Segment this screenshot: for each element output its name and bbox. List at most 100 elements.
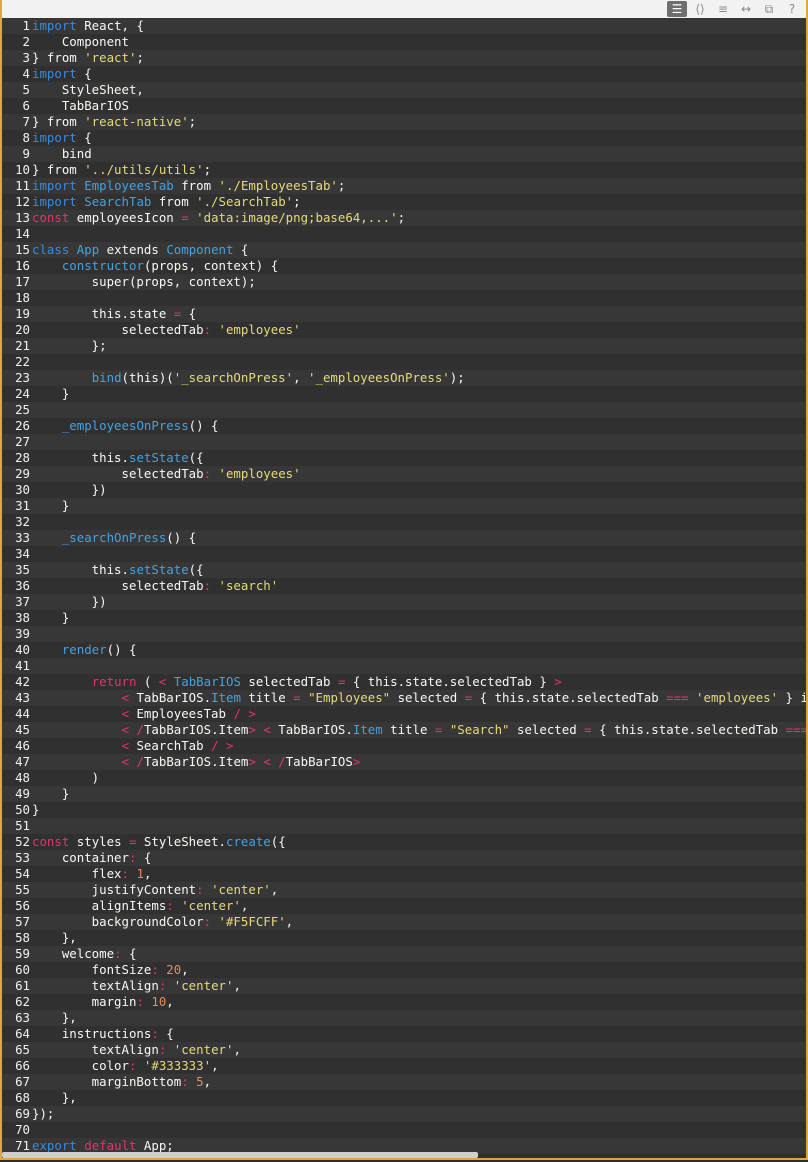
line-text: import { (32, 66, 92, 82)
code-token: margin (32, 994, 137, 1009)
code-line: 41 (2, 658, 806, 674)
line-text: this.setState({ (32, 450, 204, 466)
code-token: justifyContent (32, 882, 197, 897)
code-area[interactable]: 1 import React, {2 Component 3} from 'reac… (2, 18, 806, 1158)
line-text: }) (32, 594, 107, 610)
code-line: 64 instructions: { (2, 1026, 806, 1042)
code-token: employeesIcon (69, 210, 182, 225)
horizontal-scrollbar[interactable] (2, 1152, 478, 1158)
line-number: 29 (15, 466, 30, 481)
code-icon[interactable]: ⟨⟩ (690, 1, 710, 17)
line-text: Component (32, 34, 129, 50)
code-token: _searchOnPress (61, 530, 167, 545)
code-line: 63 }, (2, 1010, 806, 1026)
code-token: this. (32, 562, 129, 577)
code-line: 18 (2, 290, 806, 306)
line-text: container: { (32, 850, 152, 866)
line-number: 8 (22, 130, 30, 145)
line-number: 5 (22, 82, 30, 97)
code-token: React, { (76, 18, 144, 33)
code-line: 31 } (2, 498, 806, 514)
code-line: 6 TabBarIOS (2, 98, 806, 114)
code-token: import (32, 66, 77, 81)
code-line: 56 alignItems: 'center', (2, 898, 806, 914)
code-token: bind (91, 370, 122, 385)
code-line: 65 textAlign: 'center', (2, 1042, 806, 1058)
code-token: default (84, 1138, 137, 1153)
code-line: 45 < /TabBarIOS.Item> < TabBarIOS.Item t… (2, 722, 806, 738)
code-token: return (91, 674, 137, 689)
expand-icon[interactable]: ↔ (736, 1, 756, 17)
code-token: > (352, 754, 361, 769)
line-text: alignItems: 'center', (32, 898, 249, 914)
line-number: 56 (15, 898, 30, 913)
view-source-icon[interactable]: ☰ (667, 1, 687, 17)
code-token: { (233, 242, 249, 257)
line-text: instructions: { (32, 1026, 174, 1042)
code-line: 22 (2, 354, 806, 370)
code-token: , (181, 962, 189, 977)
line-number: 4 (22, 66, 30, 81)
code-line: 67 marginBottom: 5, (2, 1074, 806, 1090)
code-token: === (666, 690, 689, 705)
line-text: constructor(props, context) { (32, 258, 278, 274)
code-line: 5 StyleSheet, (2, 82, 806, 98)
code-token: from (151, 194, 197, 209)
code-line: 66 color: '#333333', (2, 1058, 806, 1074)
code-line: 19 this.state = { (2, 306, 806, 322)
code-token: < (121, 738, 129, 753)
code-token: '../utils/utils' (84, 162, 204, 177)
code-token: Item (352, 722, 383, 737)
line-text: import SearchTab from './SearchTab'; (32, 194, 301, 210)
line-number: 1 (22, 18, 30, 33)
code-line: 9 bind (2, 146, 806, 162)
code-line: 17 super(props, context); (2, 274, 806, 290)
help-icon[interactable]: ? (782, 1, 802, 17)
line-number: 58 (15, 930, 30, 945)
wrap-icon[interactable]: ≡ (713, 1, 733, 17)
code-line: 14 (2, 226, 806, 242)
code-line: 3} from 'react'; (2, 50, 806, 66)
line-number: 39 (15, 626, 30, 641)
code-token: : (181, 1074, 189, 1089)
line-number: 30 (15, 482, 30, 497)
code-line: 48 ) (2, 770, 806, 786)
code-line: 47 < /TabBarIOS.Item> < /TabBarIOS> (2, 754, 806, 770)
code-token: StyleSheet. (136, 834, 226, 849)
line-number: 16 (15, 258, 30, 273)
code-token: '_searchOnPress' (173, 370, 294, 385)
code-line: 54 flex: 1, (2, 866, 806, 882)
line-text: < EmployeesTab / > (32, 706, 256, 722)
line-text: }) (32, 482, 107, 498)
line-text: } (32, 610, 69, 626)
line-number: 18 (15, 290, 30, 305)
line-text: return ( < TabBarIOS selectedTab = { thi… (32, 674, 562, 690)
code-token: } from (32, 50, 85, 65)
code-token: textAlign (32, 978, 159, 993)
code-token: 1 (136, 866, 144, 881)
line-number: 48 (15, 770, 30, 785)
code-token: { (136, 850, 152, 865)
line-number: 14 (15, 226, 30, 241)
code-token: ; (136, 50, 144, 65)
code-token: { this.state.selectedTab } (345, 674, 555, 689)
code-token: 5 (196, 1074, 204, 1089)
line-text: StyleSheet, (32, 82, 144, 98)
code-token: './SearchTab' (196, 194, 294, 209)
code-token: { this.state.selectedTab (591, 722, 786, 737)
code-line: 38 } (2, 610, 806, 626)
copy-icon[interactable]: ⧉ (759, 1, 779, 17)
code-line: 23 bind(this)('_searchOnPress', '_employ… (2, 370, 806, 386)
code-token: StyleSheet, (32, 82, 144, 97)
code-line: 62 margin: 10, (2, 994, 806, 1010)
line-number: 55 (15, 882, 30, 897)
